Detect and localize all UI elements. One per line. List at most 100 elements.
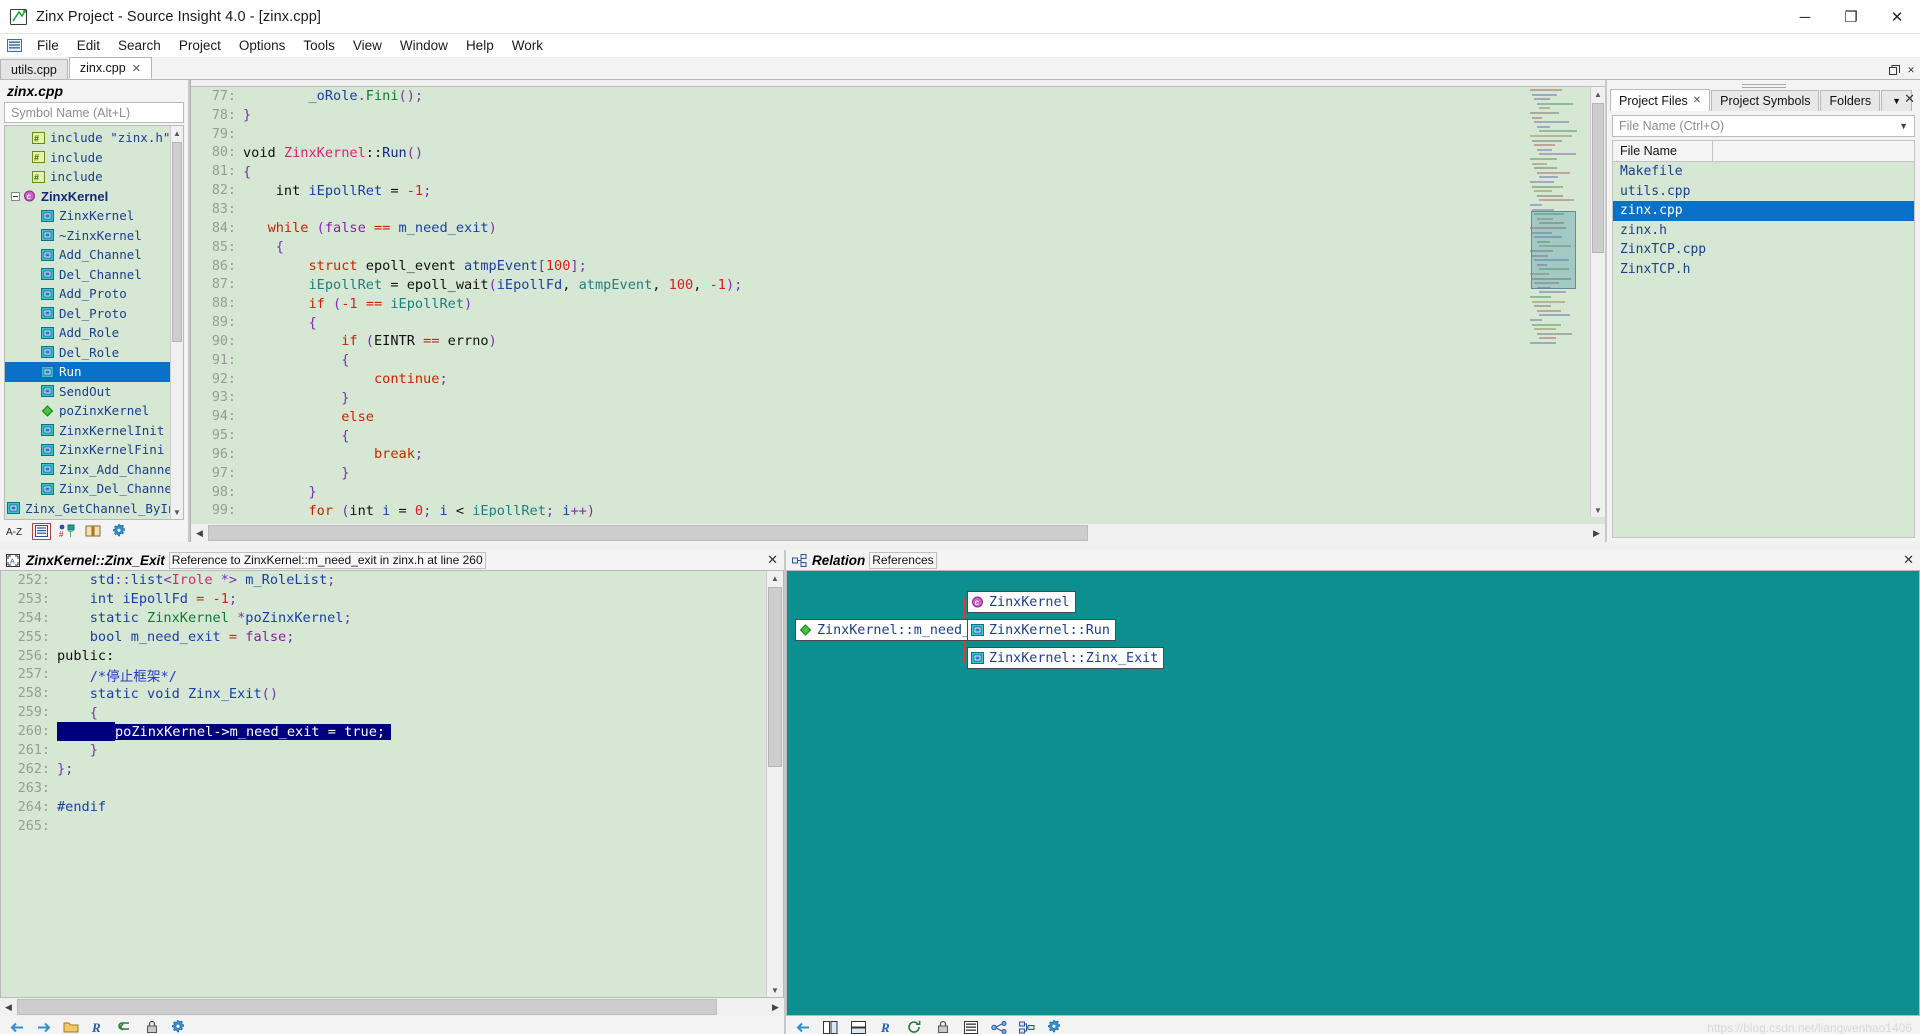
code-line-85[interactable]: 85: { (191, 238, 1530, 257)
maximize-button[interactable]: ❐ (1828, 0, 1874, 34)
code-line-86[interactable]: 86: struct epoll_event atmpEvent[100]; (191, 257, 1530, 276)
menu-window[interactable]: Window (391, 35, 457, 57)
code-line-255[interactable]: 255: bool m_need_exit = false; (1, 628, 765, 647)
graph-icon[interactable] (989, 1019, 1008, 1034)
symbol-tree-item-zinx_add_channel[interactable]: Zinx_Add_Channel (5, 460, 183, 480)
close-icon[interactable]: ✕ (1693, 95, 1701, 106)
code-line-253[interactable]: 253: int iEpollFd = -1; (1, 590, 765, 609)
symbol-tree-item-pozinxkernel[interactable]: poZinxKernel (5, 401, 183, 421)
lock-icon[interactable] (142, 1019, 161, 1034)
file-tab-utils-cpp[interactable]: utils.cpp (0, 59, 68, 79)
editor-vertical-scrollbar[interactable]: ▲ ▼ (1590, 87, 1605, 517)
editor-minimap[interactable] (1530, 87, 1577, 517)
tab-project-symbols[interactable]: Project Symbols (1711, 90, 1820, 111)
code-line-257[interactable]: 257: /*停止框架*/ (1, 665, 765, 685)
symbol-name-input[interactable]: Symbol Name (Alt+L) (4, 102, 184, 123)
symbol-tree-scrollbar[interactable]: ▲ ▼ (170, 126, 183, 519)
menu-project[interactable]: Project (170, 35, 230, 57)
context-vertical-scrollbar[interactable]: ▲ ▼ (766, 571, 783, 997)
symbol-tree-item-includesysepollh[interactable]: # include (5, 148, 183, 168)
jump-icon[interactable] (115, 1019, 134, 1034)
horizontal-layout-icon[interactable] (849, 1019, 868, 1034)
code-line-260[interactable]: 260: poZinxKernel->m_need_exit = true; (1, 722, 765, 742)
code-line-259[interactable]: 259: { (1, 703, 765, 722)
symbol-tree-item-zinxkernelinit[interactable]: ZinxKernelInit (5, 421, 183, 441)
close-icon[interactable]: ✕ (132, 62, 141, 75)
symbol-tree-item-del_role[interactable]: Del_Role (5, 343, 183, 363)
code-line-84[interactable]: 84: while (false == m_need_exit) (191, 219, 1530, 238)
code-line-89[interactable]: 89: { (191, 313, 1530, 332)
code-line-265[interactable]: 265: (1, 817, 765, 836)
code-line-254[interactable]: 254: static ZinxKernel *poZinxKernel; (1, 609, 765, 628)
code-line-81[interactable]: 81: { (191, 162, 1530, 181)
code-line-97[interactable]: 97: } (191, 464, 1530, 483)
menu-edit[interactable]: Edit (68, 35, 109, 57)
symbol-tree-item-zinx_del_channel[interactable]: Zinx_Del_Channel (5, 479, 183, 499)
code-line-90[interactable]: 90: if (EINTR == errno) (191, 332, 1530, 351)
menu-options[interactable]: Options (230, 35, 295, 57)
symbol-tree-item-zinx_getchannel_byint[interactable]: Zinx_GetChannel_ByInt (5, 499, 183, 519)
file-tab-zinx-cpp[interactable]: zinx.cpp ✕ (68, 57, 152, 79)
gear-icon[interactable] (1045, 1019, 1064, 1034)
menu-grid-icon[interactable] (4, 37, 24, 55)
scroll-thumb[interactable] (1592, 103, 1604, 253)
book-icon[interactable] (84, 523, 103, 540)
sort-alpha-icon[interactable]: A-Z (6, 523, 25, 540)
scroll-thumb[interactable] (768, 587, 782, 767)
tree-expander-icon[interactable] (11, 191, 20, 201)
code-line-264[interactable]: 264: #endif (1, 798, 765, 817)
code-line-87[interactable]: 87: iEpollRet = epoll_wait(iEpollFd, atm… (191, 275, 1530, 294)
panel-drag-grip[interactable] (1607, 80, 1920, 89)
code-line-80[interactable]: 80: void ZinxKernel::Run() (191, 144, 1530, 163)
symbol-tree-item-sendout[interactable]: SendOut (5, 382, 183, 402)
symbol-tree-item-del_proto[interactable]: Del_Proto (5, 304, 183, 324)
relation-node-zinxkernel[interactable]: c ZinxKernel (967, 591, 1076, 613)
code-line-258[interactable]: 258: static void Zinx_Exit() (1, 684, 765, 703)
symbol-tree-item-zinxkernel[interactable]: c ZinxKernel (5, 187, 183, 207)
symbol-tree-item-add_role[interactable]: Add_Role (5, 323, 183, 343)
code-line-94[interactable]: 94: else (191, 407, 1530, 426)
scroll-left-icon[interactable]: ◀ (191, 524, 208, 542)
r-symbol-icon[interactable]: R (877, 1019, 896, 1034)
minimize-button[interactable]: ─ (1782, 0, 1828, 34)
scroll-track[interactable] (17, 999, 767, 1015)
code-line-78[interactable]: 78:} (191, 106, 1530, 125)
scroll-down-icon[interactable]: ▼ (171, 505, 183, 519)
scroll-thumb[interactable] (208, 525, 1088, 541)
symbol-tree-item-includeunistdh[interactable]: # include (5, 167, 183, 187)
back-arrow-icon[interactable] (7, 1019, 26, 1034)
panel-close-icon[interactable]: ✕ (1904, 91, 1915, 107)
minimap-viewport[interactable] (1531, 211, 1576, 289)
scroll-up-icon[interactable]: ▲ (1591, 87, 1605, 101)
scroll-down-icon[interactable]: ▼ (767, 983, 783, 997)
chevron-down-icon[interactable]: ▼ (1899, 121, 1908, 131)
project-file-row[interactable]: zinx.h (1613, 221, 1914, 241)
scroll-up-icon[interactable]: ▲ (171, 126, 183, 140)
close-icon[interactable]: ✕ (767, 552, 778, 568)
layout-icon[interactable] (821, 1019, 840, 1034)
code-line-256[interactable]: 256: public: (1, 647, 765, 666)
code-line-99[interactable]: 99: for (int i = 0; i < iEpollRet; i++) (191, 502, 1530, 517)
code-line-83[interactable]: 83: (191, 200, 1530, 219)
gear-icon[interactable] (169, 1019, 188, 1034)
project-file-row[interactable]: Makefile (1613, 162, 1914, 182)
code-line-261[interactable]: 261: } (1, 741, 765, 760)
refresh-icon[interactable] (905, 1019, 924, 1034)
list-icon[interactable] (961, 1019, 980, 1034)
open-file-icon[interactable] (61, 1019, 80, 1034)
context-code-lines[interactable]: 252: std::list<Irole *> m_RoleList; 253: … (1, 571, 765, 997)
editor-horizontal-scrollbar[interactable]: ◀ ▶ (191, 524, 1605, 542)
close-icon[interactable]: ✕ (1903, 552, 1914, 568)
symbol-tree-item-run[interactable]: Run (5, 362, 183, 382)
code-line-88[interactable]: 88: if (-1 == iEpollRet) (191, 294, 1530, 313)
back-arrow-icon[interactable] (793, 1019, 812, 1034)
file-name-filter-input[interactable]: File Name (Ctrl+O) ▼ (1612, 115, 1915, 137)
forward-arrow-icon[interactable] (34, 1019, 53, 1034)
menu-file[interactable]: File (28, 35, 68, 57)
horizontal-splitter[interactable] (0, 542, 1920, 550)
scroll-thumb[interactable] (17, 999, 717, 1015)
scroll-thumb[interactable] (172, 142, 182, 342)
relation-node-zinxkernelrun[interactable]: ZinxKernel::Run (967, 619, 1116, 641)
symbol-tree-item-zinxkernelfini[interactable]: ZinxKernelFini (5, 440, 183, 460)
code-line-82[interactable]: 82: int iEpollRet = -1; (191, 181, 1530, 200)
